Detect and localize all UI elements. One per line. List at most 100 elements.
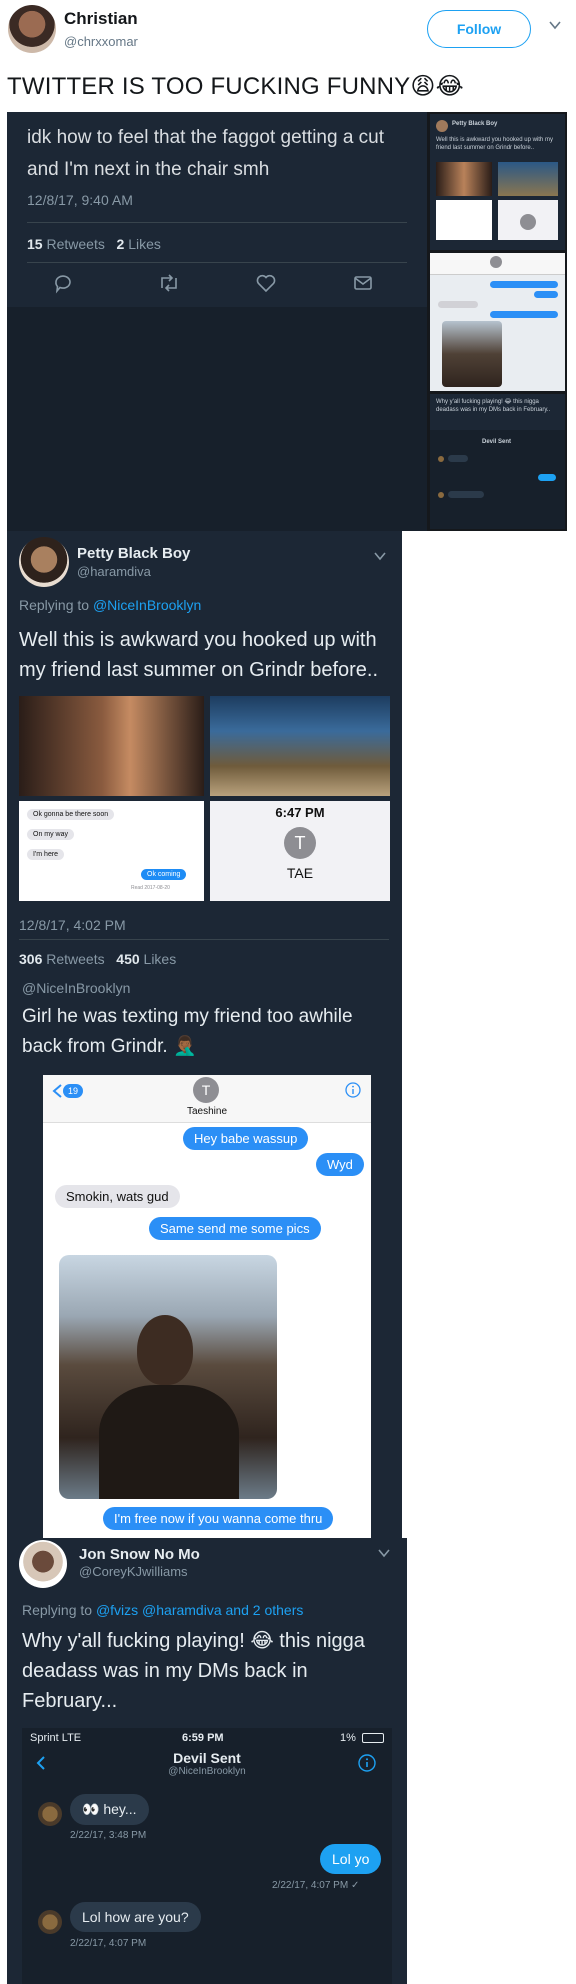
- quoted-tweet-4[interactable]: Jon Snow No Mo @CoreyKJwilliams Replying…: [7, 1538, 407, 1984]
- dm-icon[interactable]: [352, 272, 374, 294]
- like-label[interactable]: Likes: [144, 951, 177, 967]
- imessage-screenshot[interactable]: 19 T Taeshine Hey babe wassup Wyd Smokin…: [43, 1075, 371, 1538]
- divider: [19, 939, 389, 940]
- message-bubble: On my way: [27, 829, 75, 840]
- dm-timestamp: 2/22/17, 4:07 PM ✓: [272, 1880, 360, 1891]
- avatar[interactable]: [8, 5, 56, 53]
- reply-icon[interactable]: [52, 272, 74, 294]
- reply-to-link[interactable]: @fvizs @haramdiva: [96, 1602, 222, 1618]
- like-count[interactable]: 450: [116, 951, 139, 967]
- status-bar: Sprint LTE 6:59 PM 1%: [22, 1728, 392, 1748]
- chevron-down-icon[interactable]: [373, 549, 387, 563]
- message-bubble: [448, 455, 468, 462]
- battery-label: 1%: [340, 1732, 356, 1744]
- photo-face: [137, 1315, 193, 1385]
- avatar: [436, 120, 448, 132]
- thumbnail-dm-title: Devil Sent: [482, 439, 512, 445]
- author-name[interactable]: Jon Snow No Mo: [79, 1546, 200, 1563]
- contact-name: TAE: [286, 865, 314, 881]
- contact-avatar: [520, 214, 536, 230]
- retweet-count[interactable]: 15: [27, 236, 43, 252]
- thumbnail-photo: [498, 162, 558, 196]
- tweet-text: TWITTER IS TOO FUCKING FUNNY😩😂: [7, 73, 464, 100]
- panel-empty-area: [7, 307, 427, 531]
- message-bubble: [490, 281, 558, 288]
- author-handle[interactable]: @chrxxomar: [64, 34, 138, 49]
- chevron-down-icon[interactable]: [377, 1546, 391, 1560]
- thumbnail-text: Why y'all fucking playing! 😂 this nigga …: [436, 399, 551, 413]
- quoted-tweet-text: idk how to feel that the faggot getting …: [27, 127, 385, 180]
- reply-others-link[interactable]: and 2 others: [226, 1602, 304, 1618]
- thumbnail-imessage[interactable]: [430, 253, 565, 391]
- message-bubble: I'm here: [27, 849, 65, 860]
- message-bubble: [490, 311, 558, 318]
- retweet-label[interactable]: Retweets: [46, 236, 104, 252]
- contact-time: 6:47 PM: [275, 805, 325, 820]
- quoted-tweet-3[interactable]: @NiceInBrooklyn Girl he was texting my f…: [7, 980, 402, 1538]
- dm-bubble-received: Lol how are you?: [70, 1902, 201, 1932]
- quoted-tweet-2[interactable]: Petty Black Boy @haramdiva Replying to @…: [7, 531, 402, 985]
- message-bubble-received: Smokin, wats gud: [55, 1185, 180, 1208]
- thumbnail-header: [430, 253, 565, 275]
- thumbnail-photo: [498, 200, 558, 240]
- chevron-down-icon[interactable]: [548, 18, 562, 32]
- message-bubble-sent: Same send me some pics: [149, 1217, 321, 1240]
- like-icon[interactable]: [255, 272, 277, 294]
- info-icon[interactable]: [358, 1754, 376, 1772]
- retweet-count[interactable]: 306: [19, 951, 42, 967]
- author-handle[interactable]: @haramdiva: [77, 564, 151, 579]
- imessage-header: 19 T Taeshine: [43, 1075, 371, 1123]
- thumbnail-dm-screen: Devil Sent: [430, 430, 565, 529]
- quoted-tweet-text: Well this is awkward you hooked up with …: [19, 629, 379, 681]
- thumbnail-strip: Petty Black Boy Well this is awkward you…: [427, 112, 567, 531]
- quoted-tweet-1[interactable]: idk how to feel that the faggot getting …: [7, 112, 427, 531]
- message-bubble: Ok coming: [141, 869, 187, 880]
- reply-to-link[interactable]: @NiceInBrooklyn: [93, 597, 201, 613]
- tweet-timestamp: 12/8/17, 9:40 AM: [27, 192, 133, 208]
- thumbnail-name: Petty Black Boy: [452, 121, 498, 127]
- dm-screenshot[interactable]: Sprint LTE 6:59 PM 1% Devil Sent @NiceIn…: [22, 1728, 392, 1984]
- thumbnail-petty-black-boy[interactable]: Petty Black Boy Well this is awkward you…: [430, 114, 565, 250]
- reply-context: Replying to @NiceInBrooklyn: [19, 597, 201, 613]
- author-name[interactable]: Petty Black Boy: [77, 545, 190, 562]
- attached-photo-contact[interactable]: 6:47 PM T TAE: [210, 801, 390, 901]
- avatar[interactable]: [19, 537, 69, 587]
- avatar[interactable]: [38, 1802, 62, 1826]
- message-bubble: [448, 491, 484, 498]
- contact-avatar: T: [284, 827, 316, 859]
- retweet-icon[interactable]: [157, 272, 181, 294]
- avatar[interactable]: [38, 1910, 62, 1934]
- message-bubble: Ok gonna be there soon: [27, 809, 115, 820]
- quoted-tweet-text: Girl he was texting my friend too awhile…: [22, 1006, 353, 1057]
- follow-button[interactable]: Follow: [427, 10, 531, 48]
- info-icon[interactable]: [345, 1082, 361, 1098]
- thumbnail-photo: [442, 321, 502, 387]
- message-photo[interactable]: [59, 1255, 277, 1499]
- reply-to-link[interactable]: @NiceInBrooklyn: [22, 980, 130, 996]
- avatar[interactable]: [19, 1540, 67, 1588]
- message-bubble: [438, 301, 478, 308]
- message-bubble-sent: I'm free now if you wanna come thru: [103, 1507, 334, 1530]
- tweet-stats: 306 Retweets 450 Likes: [19, 951, 176, 967]
- like-label[interactable]: Likes: [128, 236, 161, 252]
- back-icon[interactable]: [51, 1083, 63, 1099]
- dm-bubble-sent: Lol yo: [320, 1844, 382, 1874]
- like-count[interactable]: 2: [117, 236, 125, 252]
- author-name[interactable]: Christian: [64, 9, 138, 29]
- reply-prefix: Replying to: [19, 597, 90, 613]
- message-bubble: [538, 474, 556, 481]
- dm-title: Devil Sent: [173, 1750, 241, 1766]
- retweet-label[interactable]: Retweets: [46, 951, 104, 967]
- contact-avatar[interactable]: T: [193, 1077, 219, 1103]
- reply-prefix: Replying to: [22, 1602, 93, 1618]
- message-bubble-sent: Wyd: [316, 1153, 364, 1176]
- contact-name: Taeshine: [186, 1106, 228, 1117]
- thumbnail-photo: [436, 162, 492, 196]
- author-handle[interactable]: @CoreyKJwilliams: [79, 1564, 188, 1579]
- attached-photo-sms[interactable]: Ok gonna be there soon On my way I'm her…: [19, 801, 204, 901]
- read-receipt: Read 2017-08-20: [131, 885, 170, 891]
- avatar: [438, 492, 444, 498]
- attached-photo-outdoor[interactable]: [210, 696, 390, 796]
- thumbnail-dm[interactable]: Why y'all fucking playing! 😂 this nigga …: [430, 394, 565, 529]
- attached-photo-selfie[interactable]: [19, 696, 204, 796]
